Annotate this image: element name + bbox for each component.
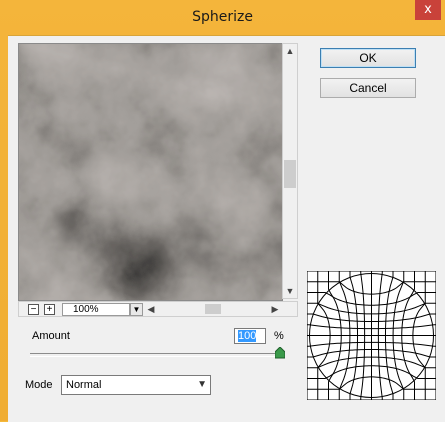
ok-button[interactable]: OK xyxy=(320,48,416,68)
zoom-level-field[interactable]: 100% xyxy=(62,303,130,316)
preview-zoom-bar: − + 100% ▼ ◀ ▶ xyxy=(18,301,298,317)
spherize-grid-preview xyxy=(307,271,436,400)
zoom-out-button[interactable]: − xyxy=(28,304,39,315)
spherize-dialog: Spherize x ▲ ▼ − + 100% ▼ ◀ ▶ OK Cancel … xyxy=(0,0,445,422)
down-arrow-icon[interactable]: ▼ xyxy=(283,284,297,298)
slider-triangle-icon[interactable] xyxy=(275,347,285,359)
amount-unit: % xyxy=(274,330,284,342)
amount-input[interactable]: 100 xyxy=(234,328,266,344)
close-button[interactable]: x xyxy=(415,0,441,20)
dialog-title: Spherize xyxy=(192,9,253,25)
cancel-button[interactable]: Cancel xyxy=(320,78,416,98)
right-arrow-icon[interactable]: ▶ xyxy=(269,302,281,316)
dialog-body: ▲ ▼ − + 100% ▼ ◀ ▶ OK Cancel Amount 100 … xyxy=(8,35,445,422)
horizontal-scroll-thumb[interactable] xyxy=(205,304,221,314)
amount-value: 100 xyxy=(238,330,257,342)
close-icon: x xyxy=(424,2,432,17)
title-bar[interactable]: Spherize x xyxy=(0,0,445,35)
left-arrow-icon[interactable]: ◀ xyxy=(145,302,157,316)
zoom-in-button[interactable]: + xyxy=(44,304,55,315)
up-arrow-icon[interactable]: ▲ xyxy=(283,44,297,58)
preview-vertical-scrollbar[interactable]: ▲ ▼ xyxy=(282,43,298,299)
clouds-preview-render xyxy=(19,44,282,300)
mode-select[interactable]: Normal ▼ xyxy=(61,375,211,395)
amount-slider-track[interactable] xyxy=(30,353,280,357)
vertical-scroll-thumb[interactable] xyxy=(284,160,296,188)
mode-value: Normal xyxy=(66,379,102,391)
mode-label: Mode xyxy=(25,379,53,391)
amount-label: Amount xyxy=(32,330,70,342)
chevron-down-icon[interactable]: ▼ xyxy=(130,303,143,316)
preview-image[interactable] xyxy=(18,43,283,301)
chevron-down-icon: ▼ xyxy=(197,379,207,390)
